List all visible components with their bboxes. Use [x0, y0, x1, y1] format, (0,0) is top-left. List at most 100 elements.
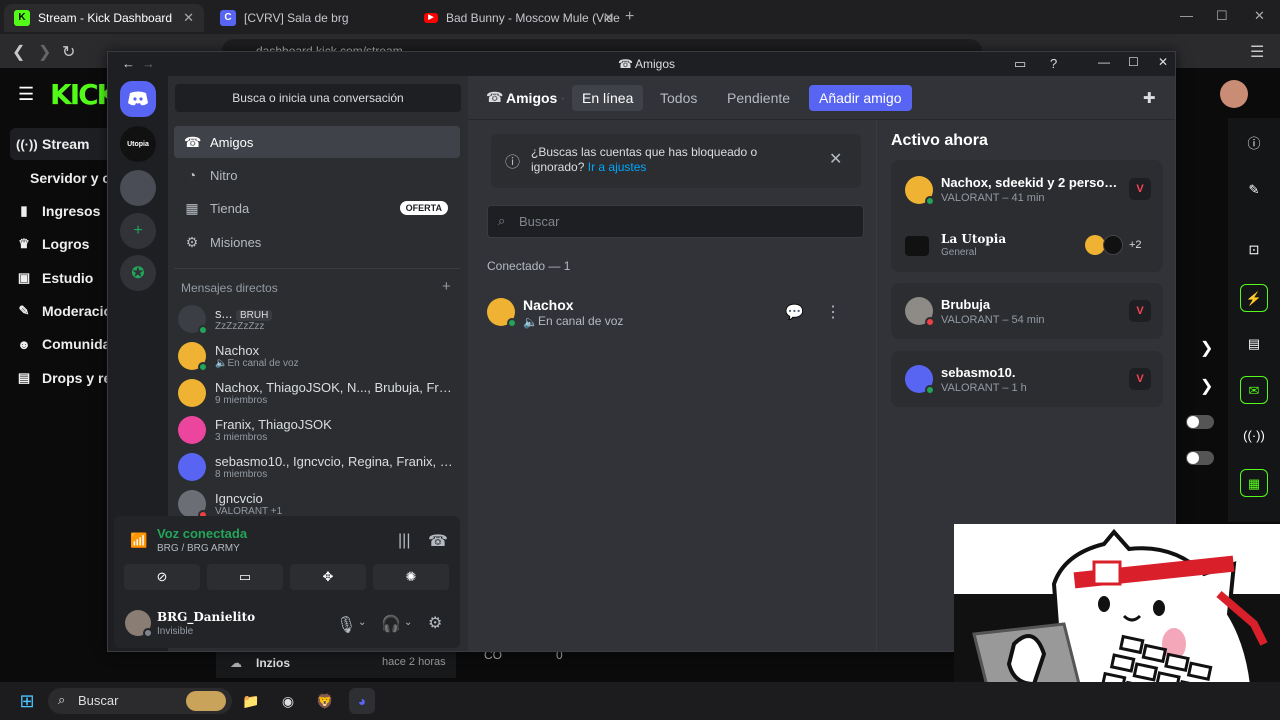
voice-channel[interactable]: BRG / BRG ARMY: [157, 543, 240, 554]
forward-arrow-icon[interactable]: →: [142, 56, 155, 71]
kick-nav-drops[interactable]: ▤ Drops y re: [16, 370, 111, 386]
tab-sala-brg[interactable]: C [CVRV] Sala de brg: [210, 4, 410, 32]
message-icon[interactable]: 💬: [785, 303, 804, 321]
friend-search-box[interactable]: ⌕ Buscar: [487, 205, 864, 238]
new-tab-icon[interactable]: +: [625, 8, 634, 26]
camera-off-button[interactable]: ⊘: [124, 564, 200, 590]
tab-online[interactable]: En línea: [572, 85, 644, 111]
close-icon[interactable]: ✕: [1158, 55, 1168, 69]
minimize-icon[interactable]: —: [1180, 8, 1193, 23]
server-la-utopia[interactable]: Utopia: [120, 126, 156, 162]
nav-shop[interactable]: ▦ Tienda OFERTA: [174, 192, 460, 224]
file-explorer-icon[interactable]: 📁: [238, 688, 264, 714]
tab-kick-dashboard[interactable]: K Stream - Kick Dashboard ✕: [4, 4, 204, 32]
help-icon[interactable]: ?: [1050, 56, 1057, 71]
add-server-icon[interactable]: +: [120, 213, 156, 249]
maximize-icon[interactable]: ☐: [1128, 55, 1139, 69]
dm-item[interactable]: Franix, ThiagoJSOK 3 miembros: [178, 412, 460, 448]
kick-nav-stream[interactable]: ((·)) Stream: [16, 136, 89, 152]
headphones-icon[interactable]: 🎧: [381, 614, 401, 634]
kick-nav-community[interactable]: ☻ Comunida: [16, 336, 110, 352]
menu-icon[interactable]: ☰: [1250, 42, 1264, 62]
obs-icon[interactable]: ◉: [275, 688, 301, 714]
settings-link[interactable]: Ir a ajustes: [588, 160, 647, 174]
close-tab-icon[interactable]: ✕: [183, 10, 194, 26]
settings-icon[interactable]: ⚙: [428, 613, 442, 633]
kick-recent-item[interactable]: ☁ Inzios hace 2 horas: [216, 648, 456, 678]
close-icon[interactable]: ✕: [829, 149, 842, 169]
info-icon[interactable]: ⓘ: [1240, 130, 1268, 158]
chat-icon[interactable]: ✉: [1240, 376, 1268, 404]
back-icon[interactable]: ❮: [12, 42, 25, 62]
activities-button[interactable]: ✥: [290, 564, 366, 590]
new-group-dm-icon[interactable]: ✚: [1143, 89, 1156, 107]
taskbar-search[interactable]: ⌕ Buscar: [48, 688, 232, 714]
kick-favicon-icon: K: [14, 10, 30, 26]
kick-nav-income[interactable]: ▮ Ingresos: [16, 203, 100, 219]
tab-all[interactable]: Todos: [650, 85, 707, 111]
chevron-down-icon[interactable]: ⌄: [358, 617, 366, 628]
tab-bad-bunny[interactable]: ▶ Bad Bunny - Moscow Mule (Vide ✕: [414, 4, 624, 32]
chevron-right-icon[interactable]: ❯: [1200, 338, 1213, 358]
avatar: [178, 453, 206, 481]
discover-icon[interactable]: ✪: [120, 255, 156, 291]
kick-nav-studio[interactable]: ▣ Estudio: [16, 270, 94, 286]
kick-avatar[interactable]: [1220, 80, 1248, 108]
forward-icon[interactable]: ❯: [38, 42, 51, 62]
activity-card[interactable]: Nachox, sdeekid y 2 persona... VALORANT …: [891, 160, 1163, 272]
close-window-icon[interactable]: ✕: [1254, 8, 1265, 24]
microphone-icon[interactable]: 🎙: [336, 615, 356, 635]
kick-nav-moderation[interactable]: ✎ Moderacio: [16, 303, 112, 319]
inbox-icon[interactable]: ▭: [1014, 56, 1026, 72]
reload-icon[interactable]: ↻: [62, 42, 75, 62]
user-name[interactable]: BRG_Danielito: [157, 610, 255, 624]
search-input[interactable]: Buscar: [519, 214, 559, 229]
discord-taskbar-icon[interactable]: ◕: [349, 688, 375, 714]
add-friend-button[interactable]: Añadir amigo: [809, 85, 912, 111]
nav-nitro[interactable]: ◔ Nitro: [174, 159, 460, 191]
dm-item[interactable]: s... BRUH ZzZzZzZzz: [178, 301, 460, 337]
lightning-icon[interactable]: ⚡: [1240, 284, 1268, 312]
capture-icon[interactable]: ⊡: [1240, 236, 1268, 264]
server-folder[interactable]: [120, 170, 156, 206]
soundboard-button[interactable]: ✺: [373, 564, 449, 590]
dm-item[interactable]: Nachox, ThiagoJSOK, N..., Brubuja, Fra..…: [178, 375, 460, 411]
back-arrow-icon[interactable]: ←: [122, 56, 135, 71]
user-status: Invisible: [157, 626, 194, 637]
voice-status[interactable]: Voz conectada: [157, 526, 247, 541]
new-dm-icon[interactable]: +: [442, 278, 451, 295]
kick-nav-server[interactable]: Servidor y c: [30, 170, 110, 186]
noise-suppression-icon[interactable]: |||: [398, 532, 410, 550]
kick-nav-achievements[interactable]: ♛ Logros: [16, 236, 89, 252]
tab-pending[interactable]: Pendiente: [717, 85, 800, 111]
user-avatar[interactable]: [125, 610, 153, 638]
avatar: [487, 298, 517, 328]
screen-share-button[interactable]: ▭: [207, 564, 283, 590]
toggle-2[interactable]: [1186, 451, 1214, 465]
maximize-icon[interactable]: ☐: [1216, 8, 1228, 24]
broadcast-rail-icon[interactable]: ((·)): [1240, 422, 1268, 450]
activity-card[interactable]: sebasmo10. VALORANT – 1 h V: [891, 351, 1163, 407]
notes-icon[interactable]: ▤: [1240, 330, 1268, 358]
search-conversation-button[interactable]: Busca o inicia una conversación: [175, 84, 461, 112]
hamburger-menu-icon[interactable]: ☰: [18, 84, 34, 105]
brave-icon[interactable]: 🦁: [312, 688, 338, 714]
close-tab-icon[interactable]: ✕: [603, 10, 614, 26]
dm-item[interactable]: Nachox 🔈En canal de voz: [178, 338, 460, 374]
dm-item[interactable]: sebasmo10., Igncvcio, Regina, Franix, Br…: [178, 449, 460, 485]
disconnect-icon[interactable]: ☎: [428, 531, 448, 551]
chevron-down-icon[interactable]: ⌄: [404, 617, 412, 628]
friend-row[interactable]: Nachox 🔈 En canal de voz 💬 ⋮: [487, 294, 864, 330]
toggle-1[interactable]: [1186, 415, 1214, 429]
more-options-icon[interactable]: ⋮: [825, 302, 841, 322]
discord-home-icon[interactable]: [120, 81, 156, 117]
edit-icon[interactable]: ✎: [1240, 176, 1268, 204]
nav-friends[interactable]: ☎ Amigos: [174, 126, 460, 158]
layout-icon[interactable]: ▦: [1240, 469, 1268, 497]
windows-start-icon[interactable]: ⊞: [14, 688, 40, 714]
quests-icon: ⚙: [185, 233, 199, 250]
chevron-right-icon[interactable]: ❯: [1200, 376, 1213, 396]
minimize-icon[interactable]: —: [1098, 55, 1110, 69]
activity-card[interactable]: Brubuja VALORANT – 54 min V: [891, 283, 1163, 339]
nav-quests[interactable]: ⚙ Misiones: [174, 226, 460, 258]
